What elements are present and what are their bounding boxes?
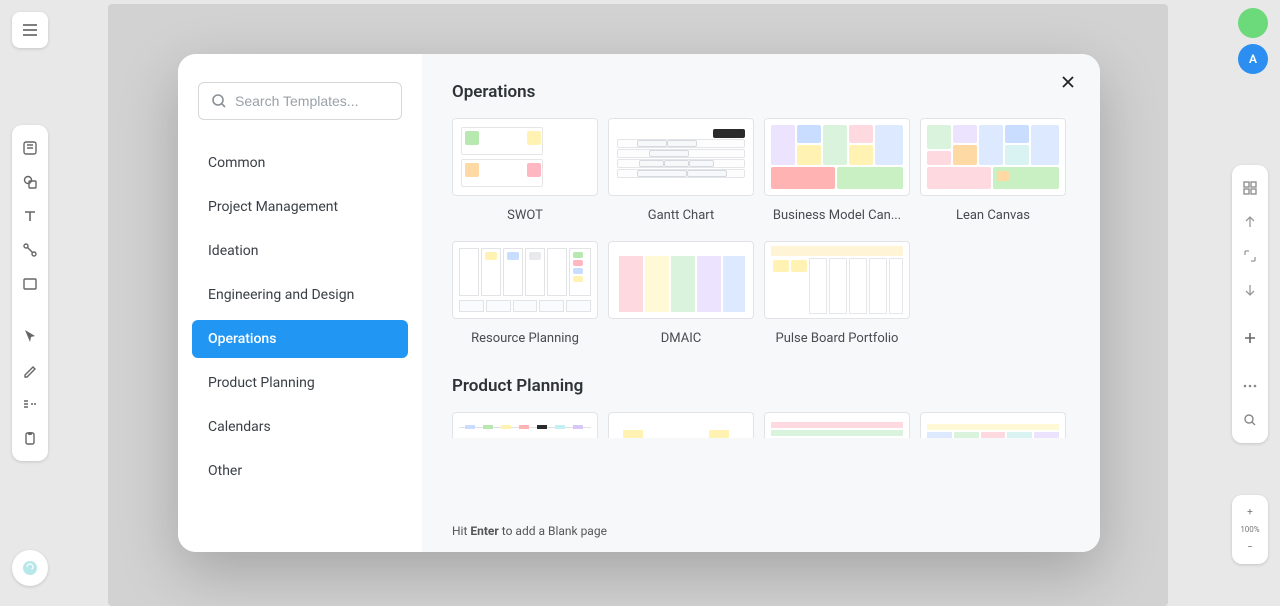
template-business-model-canvas[interactable]: Business Model Can... (764, 118, 910, 223)
add-tool[interactable] (1236, 321, 1264, 355)
footer-hint: Hit Enter to add a Blank page (452, 524, 607, 538)
connector-tool[interactable] (16, 233, 44, 267)
grid-toggle[interactable] (1236, 171, 1264, 205)
category-other[interactable]: Other (192, 452, 408, 490)
expand-tool[interactable] (1236, 239, 1264, 273)
template-thumb[interactable] (920, 118, 1066, 196)
avatar[interactable]: A (1238, 44, 1268, 74)
avatar[interactable] (1238, 8, 1268, 38)
hint-key: Enter (470, 524, 498, 538)
section-title-operations: Operations (452, 82, 1070, 102)
left-toolbar (12, 125, 48, 461)
template-label: DMAIC (661, 331, 701, 346)
template-resource-planning[interactable]: Resource Planning (452, 241, 598, 346)
zoom-level[interactable]: 100% (1240, 525, 1259, 534)
frame-tool[interactable] (16, 267, 44, 301)
close-icon (1060, 74, 1076, 90)
template-thumb[interactable] (452, 412, 598, 438)
hint-prefix: Hit (452, 524, 470, 538)
template-card-pp-3[interactable] (764, 412, 910, 438)
templates-modal: Common Project Management Ideation Engin… (178, 54, 1100, 552)
category-common[interactable]: Common (192, 144, 408, 182)
template-label: Resource Planning (471, 331, 579, 346)
search-input-wrap[interactable] (198, 82, 402, 120)
zoom-out[interactable]: − (1236, 534, 1264, 560)
presence-avatars: A (1238, 8, 1268, 74)
modal-content: Operations SWOT (422, 54, 1100, 552)
category-calendars[interactable]: Calendars (192, 408, 408, 446)
search-icon (211, 93, 227, 109)
template-thumb[interactable] (764, 241, 910, 319)
category-product-planning[interactable]: Product Planning (192, 364, 408, 402)
template-pulse-board-portfolio[interactable]: Pulse Board Portfolio (764, 241, 910, 346)
template-thumb[interactable] (608, 241, 754, 319)
template-label: Business Model Can... (773, 208, 901, 223)
template-label: SWOT (507, 208, 543, 223)
shapes-tool[interactable] (16, 165, 44, 199)
clipboard-tool[interactable] (16, 421, 44, 455)
hint-suffix: to add a Blank page (499, 524, 607, 538)
down-tool[interactable] (1236, 273, 1264, 307)
modal-sidebar: Common Project Management Ideation Engin… (178, 54, 422, 552)
up-tool[interactable] (1236, 205, 1264, 239)
right-toolbar (1232, 165, 1268, 443)
template-thumb[interactable] (608, 118, 754, 196)
chat-icon (21, 559, 39, 577)
text-tool[interactable] (16, 199, 44, 233)
template-gantt-chart[interactable]: Gantt Chart (608, 118, 754, 223)
hamburger-icon (22, 23, 38, 37)
template-label: Gantt Chart (648, 208, 715, 223)
template-card-pp-1[interactable] (452, 412, 598, 438)
note-tool[interactable] (16, 131, 44, 165)
search-tool[interactable] (1236, 403, 1264, 437)
template-card-pp-4[interactable] (920, 412, 1066, 438)
template-thumb[interactable] (452, 118, 598, 196)
template-thumb[interactable] (608, 412, 754, 438)
zoom-in[interactable]: + (1236, 499, 1264, 525)
template-label: Pulse Board Portfolio (776, 331, 899, 346)
template-card-pp-2[interactable] (608, 412, 754, 438)
templates-grid-operations: SWOT Gantt (452, 118, 1070, 346)
section-title-product-planning: Product Planning (452, 376, 1070, 396)
template-thumb[interactable] (920, 412, 1066, 438)
pointer-tool[interactable] (16, 319, 44, 353)
template-label: Lean Canvas (956, 208, 1030, 223)
close-button[interactable] (1054, 68, 1082, 96)
template-swot[interactable]: SWOT (452, 118, 598, 223)
category-engineering-and-design[interactable]: Engineering and Design (192, 276, 408, 314)
pen-tool[interactable] (16, 353, 44, 387)
template-thumb[interactable] (764, 118, 910, 196)
template-thumb[interactable] (452, 241, 598, 319)
category-list: Common Project Management Ideation Engin… (192, 144, 408, 496)
category-ideation[interactable]: Ideation (192, 232, 408, 270)
category-project-management[interactable]: Project Management (192, 188, 408, 226)
search-input[interactable] (235, 93, 391, 109)
template-lean-canvas[interactable]: Lean Canvas (920, 118, 1066, 223)
category-operations[interactable]: Operations (192, 320, 408, 358)
template-dmaic[interactable]: DMAIC (608, 241, 754, 346)
help-button[interactable] (12, 550, 48, 586)
templates-grid-product-planning-partial (452, 412, 1070, 438)
zoom-controls: + 100% − (1232, 495, 1268, 564)
menu-button[interactable] (12, 12, 48, 48)
template-thumb[interactable] (764, 412, 910, 438)
steps-tool[interactable] (16, 387, 44, 421)
more-tool[interactable] (1236, 369, 1264, 403)
